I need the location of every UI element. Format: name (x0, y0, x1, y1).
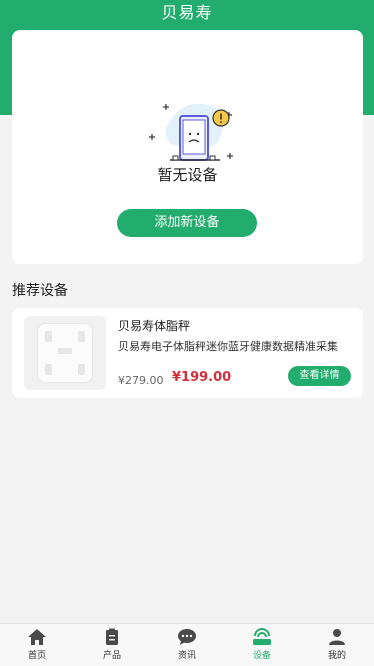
tab-products[interactable]: 产品 (75, 628, 149, 666)
scale-image (38, 324, 92, 382)
tab-label: 我的 (327, 651, 346, 661)
view-details-button[interactable]: 查看详情 (288, 366, 351, 386)
tab-label: 资讯 (177, 651, 196, 661)
empty-device-card: 暂无设备 添加新设备 (12, 30, 363, 264)
product-card[interactable]: 贝易寿体脂秤 贝易寿电子体脂秤迷你蓝牙健康数据精准采集 ¥279.00 ¥199… (12, 308, 363, 398)
user-icon (329, 629, 345, 645)
device-icon (253, 628, 271, 645)
sale-price: ¥199.00 (172, 370, 232, 385)
app-title: 贝易寿 (161, 3, 213, 22)
home-icon (28, 629, 46, 645)
tab-label: 产品 (102, 651, 121, 661)
tab-devices[interactable]: 设备 (225, 628, 299, 666)
tab-news[interactable]: 资讯 (150, 628, 224, 666)
tab-home[interactable]: 首页 (0, 628, 74, 666)
product-image (24, 316, 106, 390)
empty-message: 暂无设备 (157, 166, 218, 184)
clipboard-icon (106, 628, 118, 645)
add-device-button[interactable]: 添加新设备 (117, 209, 257, 237)
tab-label: 首页 (27, 651, 46, 661)
no-device-illustration (149, 103, 233, 161)
product-name: 贝易寿体脂秤 (118, 319, 191, 333)
tab-mine[interactable]: 我的 (300, 628, 374, 666)
tab-bar: 首页 产品 资讯 设备 我的 (0, 623, 374, 666)
product-description: 贝易寿电子体脂秤迷你蓝牙健康数据精准采集 (118, 340, 338, 353)
chat-icon (178, 629, 196, 645)
tab-label: 设备 (252, 651, 271, 661)
original-price: ¥279.00 (118, 374, 164, 387)
section-title: 推荐设备 (12, 283, 68, 299)
